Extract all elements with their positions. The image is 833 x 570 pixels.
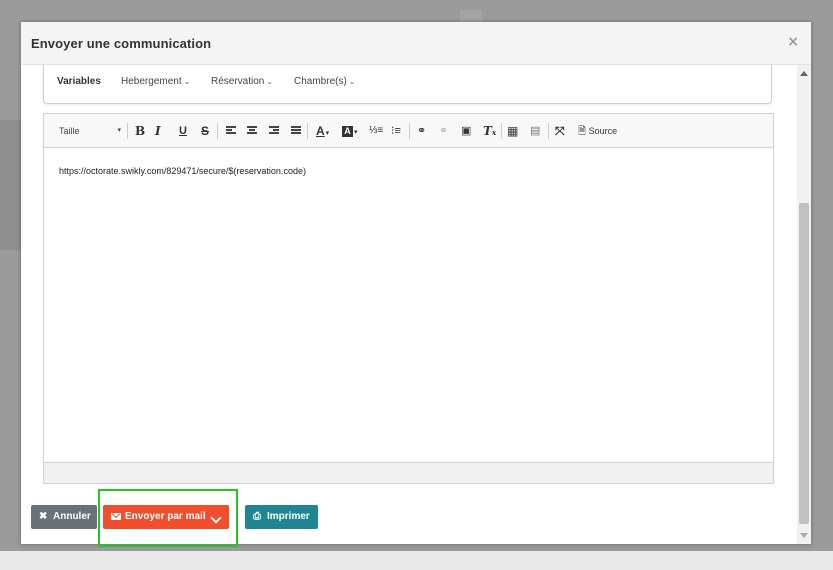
menu-reservation-label: Réservation bbox=[211, 76, 265, 87]
communication-modal: Envoyer une communication × Variables He… bbox=[21, 22, 811, 544]
source-label: Source bbox=[588, 126, 618, 136]
chevron-down-icon: ⌄ bbox=[266, 77, 274, 86]
align-center-icon[interactable] bbox=[247, 123, 257, 139]
source-icon: 🗎 bbox=[578, 126, 587, 137]
toolbar-separator bbox=[307, 123, 308, 139]
align-left-icon[interactable] bbox=[226, 123, 236, 139]
printer-icon: ⎙ bbox=[253, 511, 261, 522]
modal-body: Variables Hebergement ⌄ Réservation ⌄ Cham… bbox=[21, 65, 797, 544]
editor-toolbar: Taille ▾ B I U S A▾ A ▾ ⅓≡ ⁝≡ ⚭ ⚭ ▣ Tx ▦… bbox=[44, 114, 773, 148]
dropdown-arrow-icon: ▾ bbox=[117, 127, 121, 134]
font-size-select[interactable]: Taille ▾ bbox=[59, 123, 121, 139]
close-icon[interactable]: × bbox=[787, 34, 799, 50]
link-icon[interactable]: ⚭ bbox=[417, 123, 426, 139]
scroll-up-icon[interactable] bbox=[800, 71, 808, 76]
editor-status-bar bbox=[44, 462, 773, 483]
font-size-label: Taille bbox=[59, 126, 80, 136]
bold-icon[interactable]: B bbox=[135, 123, 145, 139]
modal-header: Envoyer une communication × bbox=[21, 22, 811, 65]
toolbar-separator bbox=[409, 123, 410, 139]
chevron-down-icon: ⌄ bbox=[183, 77, 191, 86]
variables-label: Variables bbox=[57, 76, 101, 87]
menu-hebergement[interactable]: Hebergement ⌄ bbox=[121, 76, 190, 87]
toolbar-separator bbox=[548, 123, 549, 139]
justify-icon[interactable] bbox=[291, 123, 301, 139]
close-icon: ✖ bbox=[39, 511, 48, 522]
strike-icon[interactable]: S bbox=[201, 123, 209, 139]
menu-chambres[interactable]: Chambre(s) ⌄ bbox=[294, 76, 356, 87]
modal-title: Envoyer une communication bbox=[31, 36, 212, 51]
toolbar-separator bbox=[127, 123, 128, 139]
print-button-label: Imprimer bbox=[267, 511, 310, 522]
table-icon[interactable]: ▦ bbox=[507, 123, 518, 139]
cancel-button-label: Annuler bbox=[53, 511, 91, 522]
print-button[interactable]: ⎙ Imprimer bbox=[245, 505, 318, 529]
scroll-down-icon[interactable] bbox=[800, 533, 808, 538]
source-button[interactable]: 🗎 Source bbox=[578, 123, 617, 139]
align-right-icon[interactable] bbox=[269, 123, 279, 139]
highlight-box bbox=[98, 489, 238, 547]
modal-scrollbar[interactable] bbox=[797, 65, 811, 544]
page-bottom-bar bbox=[0, 551, 833, 570]
italic-icon[interactable]: I bbox=[155, 123, 161, 139]
numbered-list-icon[interactable]: ⅓≡ bbox=[369, 123, 383, 139]
chevron-down-icon: ⌄ bbox=[348, 77, 356, 86]
maximize-icon[interactable]: ⤧ bbox=[555, 123, 565, 139]
menu-hebergement-label: Hebergement bbox=[121, 76, 182, 87]
clear-format-icon[interactable]: Tx bbox=[483, 123, 496, 139]
editor-content[interactable]: https://octorate.swikly.com/829471/secur… bbox=[59, 166, 306, 176]
backdrop-strip bbox=[460, 10, 482, 22]
toolbar-separator bbox=[217, 123, 218, 139]
background-color-icon[interactable]: A ▾ bbox=[342, 123, 358, 139]
toolbar-separator bbox=[501, 123, 502, 139]
image-icon[interactable]: ▣ bbox=[461, 123, 471, 139]
unlink-icon[interactable]: ⚭ bbox=[439, 123, 448, 139]
horizontal-rule-icon[interactable]: ▤ bbox=[530, 123, 540, 139]
bulleted-list-icon[interactable]: ⁝≡ bbox=[391, 123, 401, 139]
cancel-button[interactable]: ✖ Annuler bbox=[31, 505, 97, 529]
scroll-thumb[interactable] bbox=[799, 203, 809, 524]
rich-text-editor: Taille ▾ B I U S A▾ A ▾ ⅓≡ ⁝≡ ⚭ ⚭ ▣ Tx ▦… bbox=[43, 113, 774, 484]
backdrop-strip bbox=[0, 120, 21, 250]
menu-chambres-label: Chambre(s) bbox=[294, 76, 347, 87]
menu-reservation[interactable]: Réservation ⌄ bbox=[211, 76, 273, 87]
variables-bar: Variables Hebergement ⌄ Réservation ⌄ Cham… bbox=[43, 65, 772, 104]
underline-icon[interactable]: U bbox=[179, 123, 187, 139]
font-color-icon[interactable]: A▾ bbox=[316, 123, 329, 139]
